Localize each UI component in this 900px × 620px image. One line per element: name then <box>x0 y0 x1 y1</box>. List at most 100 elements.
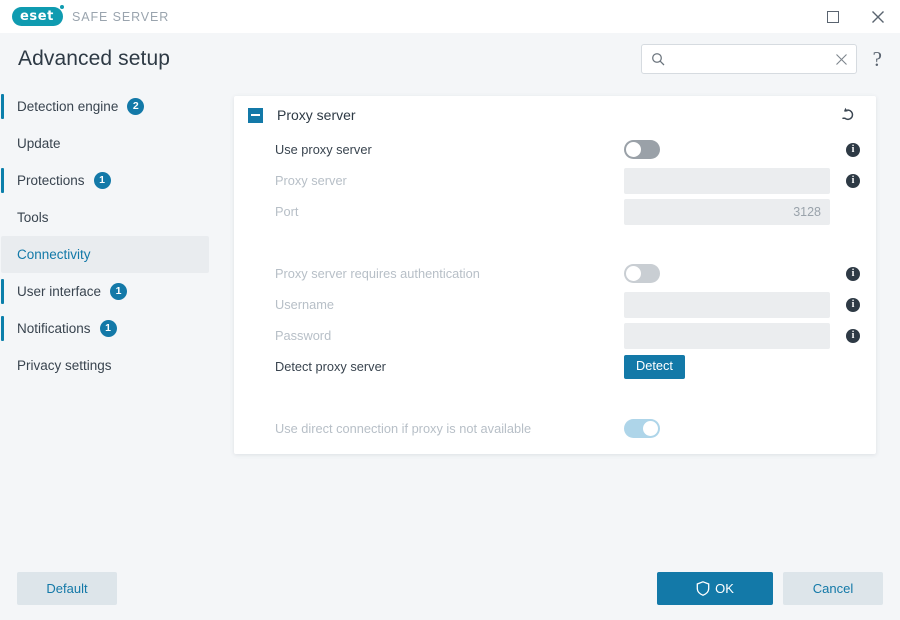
info-icon[interactable]: i <box>846 328 860 343</box>
proxy-server-card-header: Proxy server <box>234 96 876 134</box>
sidebar-item-label: Privacy settings <box>17 358 112 373</box>
maximize-button[interactable] <box>810 0 855 33</box>
revert-arrow-icon[interactable] <box>838 104 860 126</box>
page-title: Advanced setup <box>18 47 171 70</box>
advanced-setup-window: eset SAFE SERVER Advanced setup ? Detect… <box>0 0 900 620</box>
direct-connection-label: Use direct connection if proxy is not av… <box>275 421 532 436</box>
sidebar-item-label: Update <box>17 136 61 151</box>
detect-control: Detect <box>624 354 830 379</box>
info-slot: i <box>830 328 860 343</box>
port-input[interactable] <box>624 198 830 225</box>
minus-square-icon[interactable] <box>248 107 263 123</box>
row-port: Port <box>234 196 876 227</box>
password-label: Password <box>275 328 332 343</box>
direct-connection-control <box>624 419 830 438</box>
header-actions: ? <box>640 44 886 74</box>
row-direct-connection: Use direct connection if proxy is not av… <box>234 413 876 444</box>
search-icon <box>651 52 665 66</box>
eset-wordmark: eset <box>20 9 54 24</box>
row-requires-authentication: Proxy server requires authentication i <box>234 258 876 289</box>
info-icon[interactable]: i <box>846 266 860 281</box>
info-icon[interactable]: i <box>846 142 860 157</box>
row-use-proxy-server: Use proxy server i <box>234 134 876 165</box>
sidebar-item-badge: 1 <box>93 172 111 189</box>
sidebar-item-update[interactable]: Update <box>1 125 209 162</box>
detect-button[interactable]: Detect <box>624 354 685 379</box>
proxy-server-card: Proxy server Use proxy server i Proxy se… <box>234 96 876 454</box>
use-proxy-server-control <box>624 140 830 159</box>
trademark-dot <box>60 5 64 9</box>
sidebar-item-user-interface[interactable]: User interface 1 <box>1 273 209 310</box>
proxy-server-label: Proxy server <box>275 173 347 188</box>
sidebar-item-label: User interface <box>17 284 102 299</box>
row-proxy-server: Proxy server i <box>234 165 876 196</box>
port-control <box>624 198 830 225</box>
sidebar: Detection engine 2 Update Protections 1 … <box>0 85 210 557</box>
search-input[interactable] <box>664 52 835 66</box>
info-icon[interactable]: i <box>846 173 860 188</box>
product-name: SAFE SERVER <box>72 9 170 24</box>
requires-authentication-control <box>624 264 830 283</box>
window-controls <box>810 0 900 33</box>
sidebar-item-protections[interactable]: Protections 1 <box>1 162 209 199</box>
requires-authentication-label: Proxy server requires authentication <box>275 266 480 281</box>
sidebar-item-notifications[interactable]: Notifications 1 <box>1 310 209 347</box>
requires-authentication-toggle[interactable] <box>624 264 660 283</box>
ok-button-label: OK <box>715 581 734 596</box>
row-detect-proxy-server: Detect proxy server Detect <box>234 351 876 382</box>
help-icon[interactable]: ? <box>869 48 886 70</box>
toggle-knob <box>626 266 641 281</box>
info-slot: i <box>830 297 860 312</box>
sidebar-item-label: Protections <box>17 173 85 188</box>
content-area: Proxy server Use proxy server i Proxy se… <box>210 85 900 557</box>
username-control <box>624 291 830 318</box>
detect-proxy-server-label: Detect proxy server <box>275 359 386 374</box>
body-area: Detection engine 2 Update Protections 1 … <box>0 85 900 557</box>
row-username: Username i <box>234 289 876 320</box>
toggle-knob <box>643 421 658 436</box>
close-icon <box>871 10 884 23</box>
title-bar: eset SAFE SERVER <box>0 0 900 33</box>
proxy-server-control <box>624 167 830 194</box>
clear-search-icon[interactable] <box>835 53 848 66</box>
port-label: Port <box>275 204 299 219</box>
info-slot: i <box>830 142 860 157</box>
accent-bar <box>1 168 4 193</box>
cancel-button[interactable]: Cancel <box>783 572 883 605</box>
default-button[interactable]: Default <box>17 572 117 605</box>
page-header: Advanced setup ? <box>0 33 900 85</box>
shield-icon <box>696 581 710 596</box>
minus-glyph <box>251 114 260 116</box>
footer-primary-actions: OK Cancel <box>657 572 883 605</box>
sidebar-item-connectivity[interactable]: Connectivity <box>1 236 209 273</box>
direct-connection-toggle[interactable] <box>624 419 660 438</box>
sidebar-item-badge: 1 <box>99 320 117 337</box>
use-proxy-server-toggle[interactable] <box>624 140 660 159</box>
info-icon[interactable]: i <box>846 297 860 312</box>
footer-bar: Default OK Cancel <box>0 557 900 620</box>
row-password: Password i <box>234 320 876 351</box>
sidebar-item-privacy-settings[interactable]: Privacy settings <box>1 347 209 384</box>
password-input[interactable] <box>624 322 830 349</box>
ok-button[interactable]: OK <box>657 572 773 605</box>
sidebar-item-tools[interactable]: Tools <box>1 199 209 236</box>
accent-bar <box>1 279 4 304</box>
proxy-server-title: Proxy server <box>277 107 356 123</box>
sidebar-item-label: Notifications <box>17 321 91 336</box>
brand-logo: eset SAFE SERVER <box>12 5 170 26</box>
info-slot: i <box>830 266 860 281</box>
info-slot: i <box>830 173 860 188</box>
maximize-icon <box>826 10 839 23</box>
search-box[interactable] <box>640 44 857 74</box>
sidebar-item-badge: 2 <box>127 98 145 115</box>
sidebar-item-detection-engine[interactable]: Detection engine 2 <box>1 88 209 125</box>
proxy-server-input[interactable] <box>624 167 830 194</box>
accent-bar <box>1 316 4 341</box>
accent-bar <box>1 94 4 119</box>
sidebar-item-badge: 1 <box>110 283 128 300</box>
sidebar-item-label: Tools <box>17 210 49 225</box>
eset-logo-badge: eset <box>12 5 64 26</box>
close-button[interactable] <box>855 0 900 33</box>
username-input[interactable] <box>624 291 830 318</box>
sidebar-item-label: Detection engine <box>17 99 119 114</box>
